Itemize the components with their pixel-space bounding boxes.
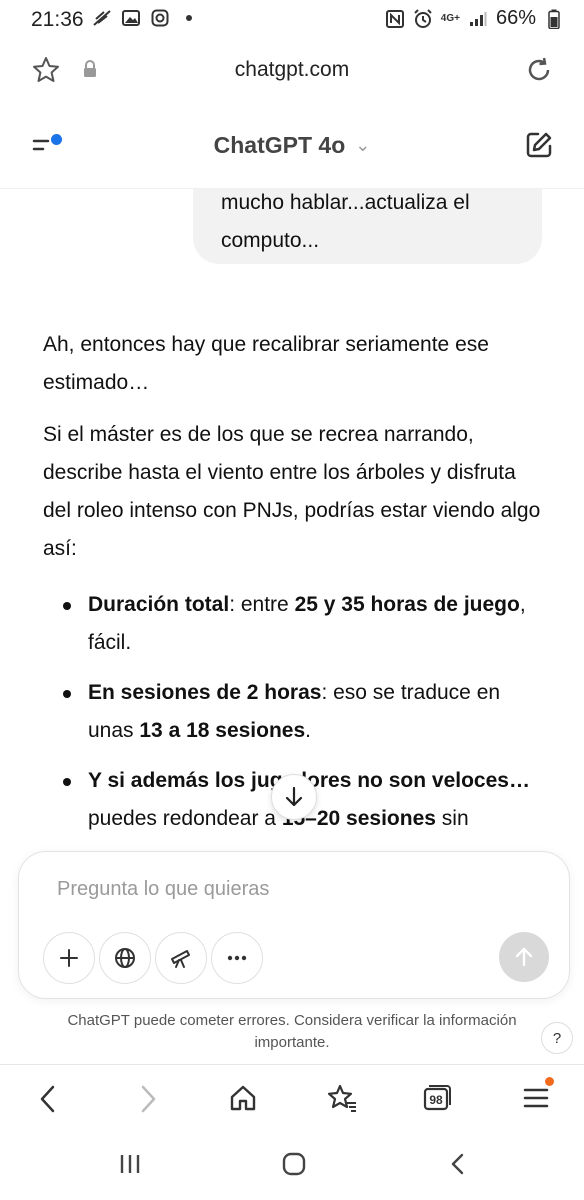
web-search-button[interactable] [99, 932, 151, 984]
assistant-paragraph-1: Ah, entonces hay que recalibrar seriamen… [43, 333, 489, 394]
tab-count: 98 [429, 1093, 443, 1107]
status-time: 21:36 [31, 8, 84, 31]
arrow-down-icon [285, 786, 303, 807]
message-composer[interactable]: Pregunta lo que quieras [18, 851, 570, 999]
back-icon[interactable] [36, 1083, 60, 1120]
home-nav-icon[interactable] [281, 1152, 307, 1181]
list-item: Duración total: entre 25 y 35 horas de j… [43, 586, 543, 662]
recent-apps-icon[interactable] [118, 1152, 142, 1181]
user-message-bubble: mucho hablar...actualiza el computo... [193, 188, 542, 264]
url-text[interactable]: chatgpt.com [0, 58, 584, 82]
status-system-icons: 4G+ 66% [385, 7, 564, 30]
list-item: En sesiones de 2 horas: eso se traduce e… [43, 674, 543, 750]
network-type-label: 4G+ [440, 13, 460, 24]
status-notification-icons [92, 8, 199, 28]
disclaimer-text: ChatGPT puede cometer errores. Considera… [67, 1012, 517, 1051]
instagram-icon [150, 8, 170, 28]
help-button[interactable]: ? [541, 1022, 573, 1054]
browser-bottom-bar: 98 [0, 1064, 584, 1133]
more-options-button[interactable] [211, 932, 263, 984]
forward-icon[interactable] [136, 1083, 160, 1120]
composer-input[interactable]: Pregunta lo que quieras [57, 878, 269, 901]
attach-button[interactable] [43, 932, 95, 984]
alarm-icon [413, 8, 433, 29]
model-selector[interactable]: ChatGPT 4o ⌄ [0, 132, 584, 159]
new-chat-button[interactable] [524, 130, 554, 165]
signal-icon [468, 9, 488, 29]
user-message-text: mucho hablar...actualiza el computo... [221, 191, 470, 252]
assistant-message: Ah, entonces hay que recalibrar seriamen… [43, 326, 543, 850]
home-icon[interactable] [228, 1083, 258, 1118]
chevron-down-icon: ⌄ [355, 135, 371, 155]
model-title: ChatGPT 4o [213, 132, 346, 158]
back-nav-icon[interactable] [448, 1152, 468, 1181]
plus-icon [60, 949, 78, 967]
browser-url-bar: chatgpt.com [0, 38, 584, 103]
browser-menu-icon[interactable] [522, 1077, 554, 1118]
send-button[interactable] [499, 932, 549, 982]
assistant-paragraph-2: Si el máster es de los que se recrea nar… [43, 423, 541, 560]
scroll-down-button[interactable] [271, 774, 317, 820]
globe-icon [115, 948, 135, 968]
gallery-icon [121, 8, 141, 28]
battery-percent: 66% [495, 7, 536, 29]
conversation-area[interactable]: mucho hablar...actualiza el computo... A… [0, 188, 584, 852]
bookmarks-icon[interactable] [326, 1083, 358, 1118]
battery-icon [544, 9, 564, 29]
status-bar: 21:36 4G+ 66% [0, 0, 584, 38]
more-notifications-dot-icon [179, 8, 199, 28]
nfc-icon [385, 9, 405, 29]
system-navigation-bar [0, 1132, 584, 1200]
reload-icon[interactable] [524, 55, 554, 90]
deep-research-button[interactable] [155, 932, 207, 984]
app-header: ChatGPT 4o ⌄ [0, 102, 584, 188]
feather-icon [92, 8, 112, 28]
tabs-button[interactable]: 98 [422, 1083, 452, 1118]
arrow-up-icon [515, 947, 533, 967]
update-dot-icon [545, 1077, 554, 1086]
ellipsis-icon [227, 955, 247, 961]
telescope-icon [171, 950, 190, 968]
